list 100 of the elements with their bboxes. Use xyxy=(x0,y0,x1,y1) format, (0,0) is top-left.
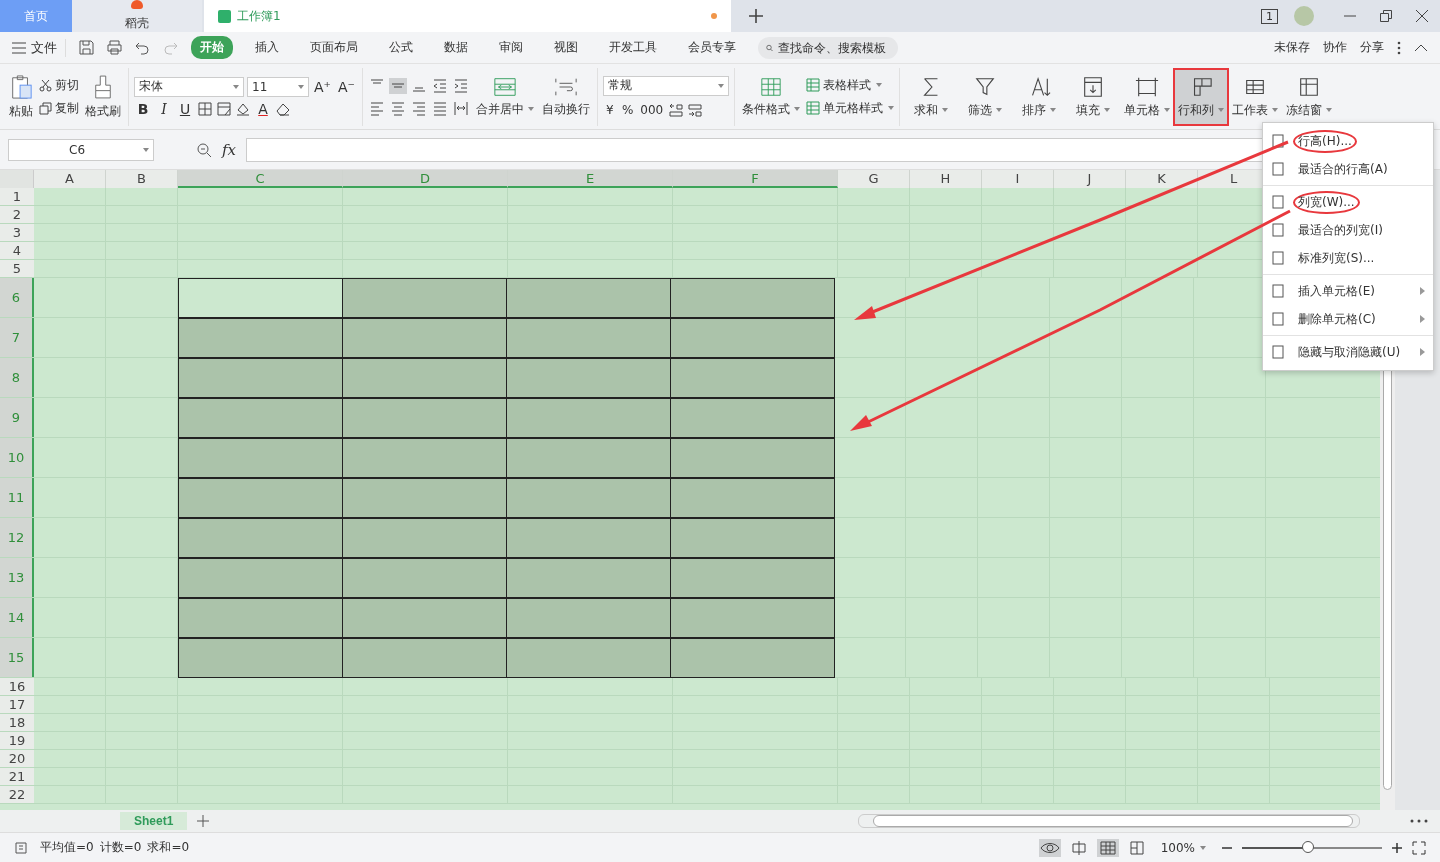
menu-item[interactable]: 插入单元格(E) xyxy=(1263,277,1433,305)
ribbon-tab[interactable]: 公式 xyxy=(380,36,422,59)
table-cell[interactable] xyxy=(178,358,343,398)
table-cell[interactable] xyxy=(506,278,671,318)
font-size-dropdown[interactable]: 11 xyxy=(247,76,309,97)
column-header[interactable]: I xyxy=(982,170,1054,188)
row-header[interactable]: 20 xyxy=(0,750,34,767)
font-style-button[interactable]: U xyxy=(176,100,194,117)
zoom-slider-thumb[interactable] xyxy=(1301,840,1314,853)
cell-format-icon[interactable] xyxy=(216,100,232,117)
toolbar-action[interactable]: 协作 xyxy=(1323,39,1347,56)
row-header[interactable]: 17 xyxy=(0,696,34,713)
table-cell[interactable] xyxy=(342,278,507,318)
column-header[interactable]: A xyxy=(34,170,106,188)
ribbon-button[interactable]: 排序 xyxy=(1012,69,1065,124)
row-header[interactable]: 22 xyxy=(0,786,34,803)
table-cell[interactable] xyxy=(178,558,343,598)
eye-icon[interactable] xyxy=(1038,838,1061,857)
table-cell[interactable] xyxy=(506,398,671,438)
zoom-icon[interactable] xyxy=(196,141,212,158)
table-cell[interactable] xyxy=(506,478,671,518)
distribute-icon[interactable] xyxy=(451,99,470,116)
row-header[interactable]: 5 xyxy=(0,260,34,277)
name-box[interactable]: C6 xyxy=(8,138,154,161)
function-label[interactable]: fx xyxy=(222,140,236,159)
ribbon-tab[interactable]: 页面布局 xyxy=(301,36,367,59)
table-cell[interactable] xyxy=(342,518,507,558)
number-format-button[interactable]: % xyxy=(619,102,636,117)
table-cell[interactable] xyxy=(342,318,507,358)
row-header[interactable]: 2 xyxy=(0,206,34,223)
table-cell[interactable] xyxy=(342,598,507,638)
print-icon[interactable] xyxy=(107,40,122,55)
table-cell[interactable] xyxy=(178,638,343,678)
number-format-button[interactable]: ¥ xyxy=(602,102,617,117)
ribbon-tab[interactable]: 审阅 xyxy=(490,36,532,59)
table-cell[interactable] xyxy=(506,318,671,358)
normal-view-icon[interactable] xyxy=(1096,838,1119,857)
ribbon-button[interactable]: 行和列 xyxy=(1174,69,1227,124)
align-middle-icon[interactable] xyxy=(388,77,407,94)
table-cell[interactable] xyxy=(178,398,343,438)
table-cell[interactable] xyxy=(670,478,835,518)
merge-button[interactable]: 合并居中 xyxy=(473,69,536,124)
row-header[interactable]: 18 xyxy=(0,714,34,731)
table-cell[interactable] xyxy=(342,558,507,598)
number-format-dropdown[interactable]: 常规 xyxy=(602,75,729,96)
font-color-button[interactable]: A xyxy=(254,100,272,117)
fullscreen-icon[interactable] xyxy=(1412,840,1426,855)
table-cell[interactable] xyxy=(178,478,343,518)
format-painter-button[interactable]: 格式刷 xyxy=(83,69,123,124)
column-header[interactable]: G xyxy=(838,170,910,188)
ribbon-tab[interactable]: 视图 xyxy=(545,36,587,59)
column-header[interactable]: H xyxy=(910,170,982,188)
zoom-dropdown[interactable]: 100% xyxy=(1160,840,1206,855)
zoom-in-icon[interactable] xyxy=(1392,842,1402,853)
column-header[interactable]: J xyxy=(1054,170,1126,188)
restore-icon[interactable] xyxy=(1380,10,1392,22)
close-icon[interactable] xyxy=(1416,10,1428,22)
table-cell[interactable] xyxy=(506,598,671,638)
style-button[interactable]: 表格样式 xyxy=(805,76,894,94)
search-field[interactable]: 查找命令、搜索模板 xyxy=(758,36,898,59)
conditional-format-button[interactable]: 条件格式 xyxy=(739,69,802,124)
row-header[interactable]: 1 xyxy=(0,188,34,205)
table-cell[interactable] xyxy=(670,598,835,638)
toolbar-action[interactable]: 未保存 xyxy=(1274,39,1310,56)
table-cell[interactable] xyxy=(178,318,343,358)
page-view-icon[interactable] xyxy=(1128,839,1145,856)
more-icon[interactable] xyxy=(1410,819,1428,823)
ribbon-button[interactable]: 筛选 xyxy=(958,69,1011,124)
menu-item[interactable]: 行高(H)... xyxy=(1263,127,1433,155)
column-header[interactable]: K xyxy=(1126,170,1198,188)
layout-icon[interactable] xyxy=(1070,839,1087,856)
copy-button[interactable]: 复制 xyxy=(39,99,79,117)
table-cell[interactable] xyxy=(670,278,835,318)
ribbon-tab[interactable]: 数据 xyxy=(435,36,477,59)
table-cell[interactable] xyxy=(670,318,835,358)
menu-item[interactable]: 列宽(W)... xyxy=(1263,188,1433,216)
border-icon[interactable] xyxy=(197,100,213,117)
table-cell[interactable] xyxy=(506,438,671,478)
table-cell[interactable] xyxy=(342,638,507,678)
row-header[interactable]: 4 xyxy=(0,242,34,259)
save-icon[interactable] xyxy=(79,40,94,55)
table-cell[interactable] xyxy=(670,558,835,598)
font-style-button[interactable]: I xyxy=(155,100,173,117)
table-cell[interactable] xyxy=(342,438,507,478)
menu-item[interactable]: 删除单元格(C) xyxy=(1263,305,1433,333)
table-cell[interactable] xyxy=(670,638,835,678)
menu-item[interactable]: 标准列宽(S)... xyxy=(1263,244,1433,272)
table-cell[interactable] xyxy=(178,518,343,558)
font-dropdown[interactable]: 宋体 xyxy=(134,76,244,97)
font-size-button[interactable]: A⁻ xyxy=(335,78,357,95)
wrap-text-button[interactable]: 自动换行 xyxy=(539,69,592,124)
decrease-decimal-icon[interactable] xyxy=(687,101,704,118)
row-header[interactable]: 16 xyxy=(0,678,34,695)
paste-button[interactable]: 粘贴 xyxy=(7,69,35,124)
row-header[interactable]: 21 xyxy=(0,768,34,785)
table-cell[interactable] xyxy=(506,558,671,598)
table-cell[interactable] xyxy=(178,278,343,318)
table-cell[interactable] xyxy=(670,358,835,398)
font-style-button[interactable]: B xyxy=(134,100,152,117)
table-cell[interactable] xyxy=(506,358,671,398)
